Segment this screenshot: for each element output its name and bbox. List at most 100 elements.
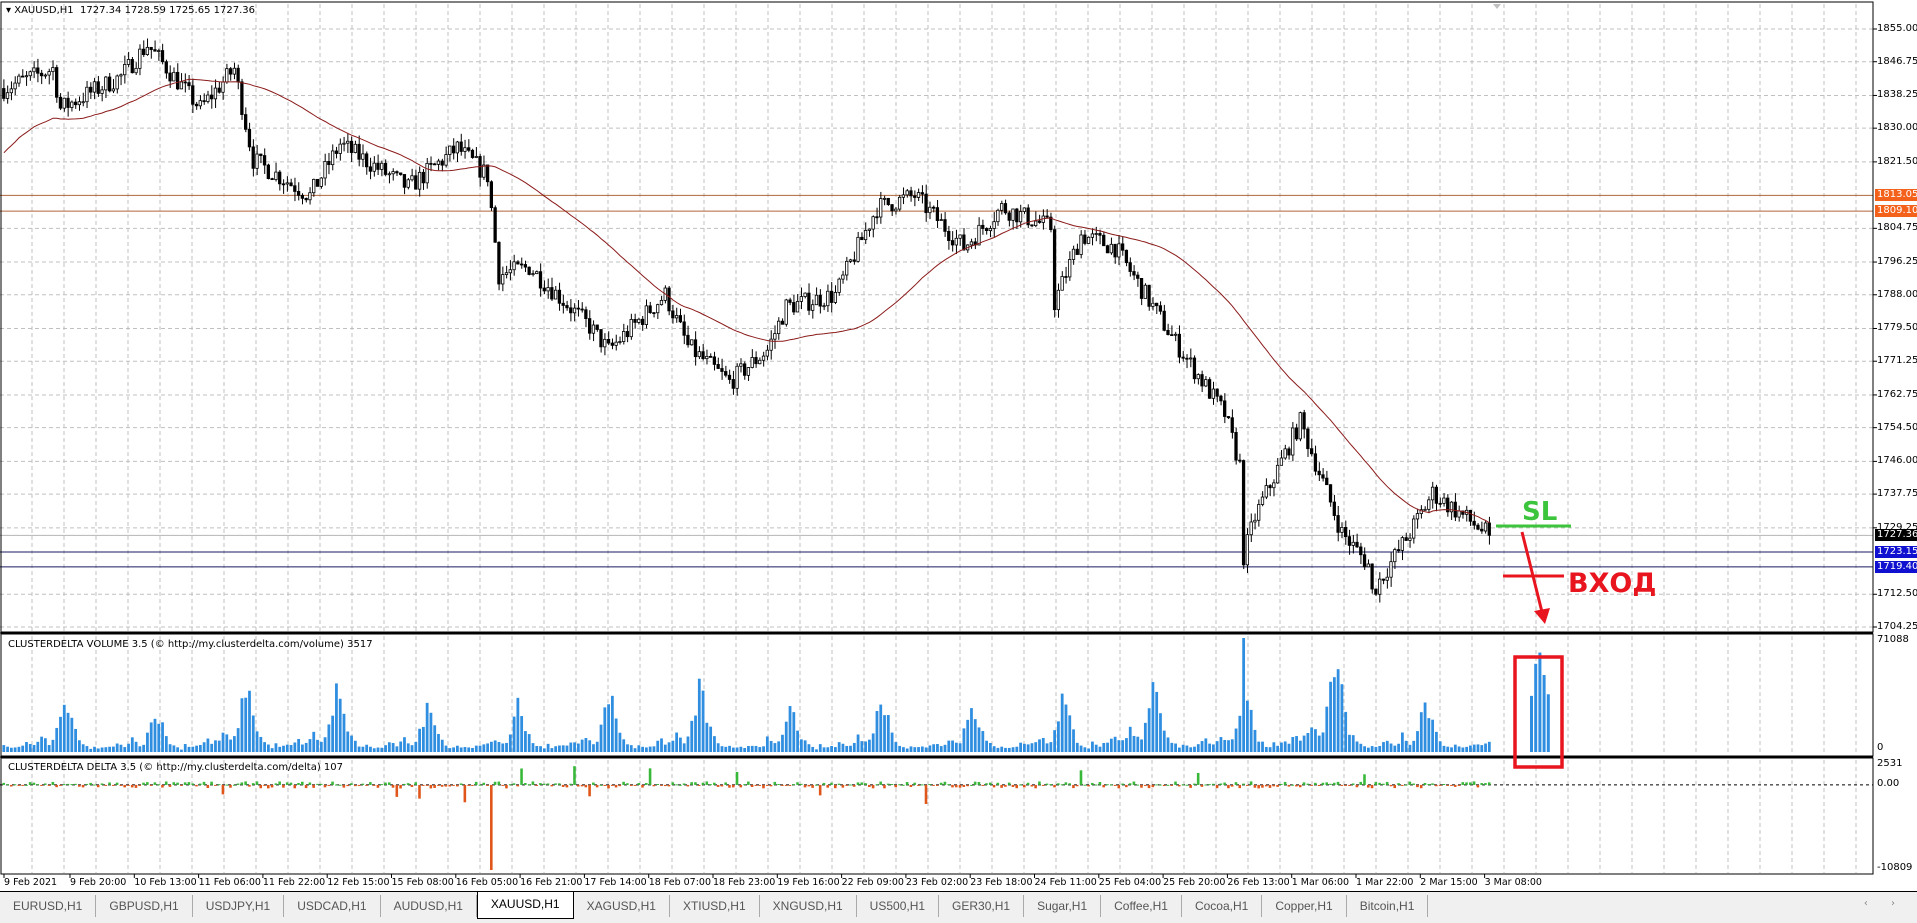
- candle-body: [274, 171, 278, 180]
- tab-cocoa-h1[interactable]: Cocoa,H1: [1182, 895, 1263, 917]
- time-label: 25 Feb 20:00: [1163, 877, 1226, 888]
- volume-bar: [40, 736, 43, 752]
- volume-bar: [773, 743, 777, 752]
- delta-bar: [837, 783, 841, 785]
- delta-bar: [232, 784, 236, 786]
- delta-bar: [225, 784, 228, 786]
- volume-bar: [437, 733, 440, 752]
- price-level-tag[interactable]: 1813.05: [1875, 189, 1917, 202]
- tab-ger30-h1[interactable]: GER30,H1: [939, 895, 1025, 917]
- candle-body: [640, 318, 645, 325]
- candle-body: [300, 194, 304, 199]
- delta-bar: [1102, 784, 1105, 788]
- tab-usdcad-h1[interactable]: USDCAD,H1: [284, 895, 381, 917]
- horizontal-levels[interactable]: [0, 194, 1873, 568]
- delta-bar: [1261, 784, 1264, 788]
- delta-bar: [573, 766, 576, 785]
- delta-bar: [788, 784, 792, 786]
- candle-body: [1378, 578, 1382, 595]
- delta-bar: [531, 781, 535, 785]
- dropdown-arrow-icon[interactable]: ▾: [6, 5, 11, 16]
- delta-bar: [248, 784, 251, 787]
- candle-body: [625, 331, 630, 338]
- candle-body: [546, 287, 550, 292]
- tab-xtiusd-h1[interactable]: XTIUSD,H1: [670, 895, 760, 917]
- tab-us500-h1[interactable]: US500,H1: [857, 895, 940, 917]
- candle-body: [1045, 215, 1049, 218]
- candle-body: [939, 219, 943, 221]
- volume-bar: [682, 743, 686, 752]
- tab-scroll-arrows-icon[interactable]: ‹ ›: [1864, 898, 1905, 909]
- delta-bar: [217, 784, 221, 786]
- price-level-tag[interactable]: 1809.10: [1875, 205, 1917, 218]
- volume-bar: [735, 747, 739, 752]
- candle-body: [39, 72, 44, 77]
- candle-body: [51, 67, 55, 73]
- delta-bar: [920, 784, 924, 786]
- tab-audusd-h1[interactable]: AUDUSD,H1: [381, 895, 477, 917]
- delta-bar: [508, 784, 512, 786]
- candle-body: [308, 192, 312, 201]
- candle-body: [1068, 259, 1072, 278]
- tab-xngusd-h1[interactable]: XNGUSD,H1: [760, 895, 857, 917]
- delta-bar: [1465, 782, 1468, 785]
- candle-body: [459, 141, 463, 152]
- volume-bar: [603, 707, 607, 752]
- delta-bar: [1125, 784, 1128, 788]
- delta-bar: [149, 784, 153, 786]
- tab-sugar-h1[interactable]: Sugar,H1: [1024, 895, 1102, 917]
- volume-bar: [671, 740, 675, 752]
- delta-bar: [1264, 784, 1268, 787]
- volume-bar: [100, 747, 104, 752]
- volume-bar: [561, 745, 565, 752]
- delta-max-label: 2531: [1877, 758, 1903, 769]
- volume-bar: [206, 738, 210, 752]
- candle-body: [28, 71, 32, 77]
- volume-bar: [1261, 741, 1264, 752]
- volume-bar: [675, 732, 679, 752]
- delta-bar: [70, 784, 74, 786]
- tab-bitcoin-h1[interactable]: Bitcoin,H1: [1347, 895, 1429, 917]
- time-label: 19 Feb 16:00: [777, 877, 840, 888]
- tab-xagusd-h1[interactable]: XAGUSD,H1: [574, 895, 670, 917]
- price-level-tag[interactable]: 1727.36: [1875, 529, 1917, 542]
- volume-bar: [1472, 744, 1476, 752]
- tab-usdjpy-h1[interactable]: USDJPY,H1: [193, 895, 285, 917]
- delta-bar: [1385, 781, 1389, 785]
- volume-bar: [1419, 712, 1423, 752]
- delta-bar: [425, 784, 429, 786]
- candle-body: [1272, 482, 1276, 489]
- volume-bar: [1408, 744, 1412, 752]
- delta-bar: [1446, 784, 1449, 786]
- delta-bar: [690, 782, 693, 785]
- tab-eurusd-h1[interactable]: EURUSD,H1: [0, 895, 97, 917]
- candle-body: [104, 76, 108, 91]
- delta-bar: [357, 784, 361, 786]
- candle-body: [569, 307, 573, 314]
- volume-bar: [1287, 743, 1291, 752]
- chart-canvas[interactable]: [0, 0, 1917, 891]
- price-level-tag[interactable]: 1723.15: [1875, 546, 1917, 559]
- candle-body: [1158, 305, 1163, 312]
- delta-bar: [100, 783, 104, 785]
- delta-bar: [595, 784, 599, 788]
- candle-body: [1079, 234, 1083, 255]
- volume-bar: [796, 730, 799, 752]
- candle-body: [969, 241, 974, 246]
- delta-bar: [123, 784, 126, 788]
- volume-bar: [951, 740, 954, 752]
- delta-bar: [939, 782, 943, 785]
- tab-gbpusd-h1[interactable]: GBPUSD,H1: [96, 895, 193, 917]
- volume-min-label: 0: [1877, 742, 1884, 753]
- delta-bar: [119, 784, 123, 786]
- candle-body: [467, 147, 471, 151]
- price-level-tag[interactable]: 1719.40: [1875, 560, 1917, 573]
- tab-xauusd-h1[interactable]: XAUUSD,H1: [476, 892, 574, 919]
- candle-body: [55, 67, 59, 98]
- tab-coffee-h1[interactable]: Coffee,H1: [1101, 895, 1182, 917]
- candle-body: [244, 114, 248, 130]
- volume-bar: [656, 740, 660, 752]
- candle-body: [901, 194, 906, 198]
- tab-copper-h1[interactable]: Copper,H1: [1262, 895, 1347, 917]
- delta-zero-label: 0.00: [1877, 778, 1900, 789]
